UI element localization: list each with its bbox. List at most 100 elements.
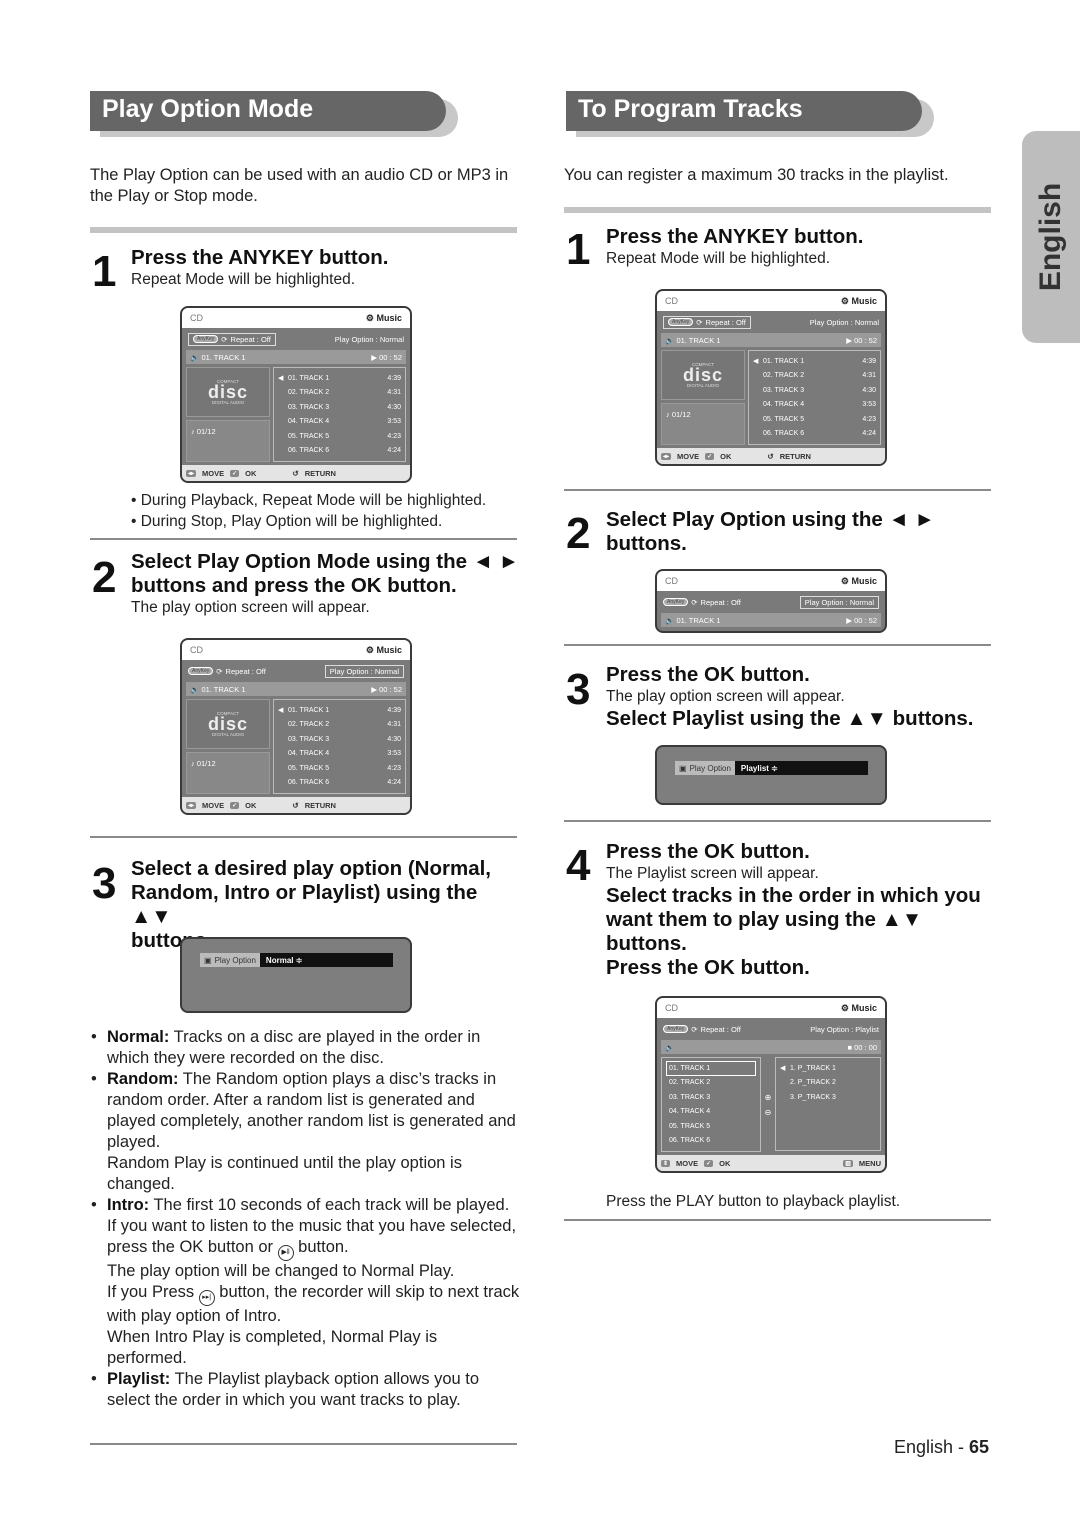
track-row[interactable]: 05. TRACK 5 4:23 — [278, 429, 401, 444]
track-row[interactable]: 04. TRACK 4 — [666, 1105, 756, 1120]
track-row[interactable]: 05. TRACK 5 4:23 — [753, 412, 876, 427]
osd-option-select-playlist: ▣ Play Option Playlist ≑ — [655, 745, 887, 805]
play-option-label: Play Option : Normal — [334, 334, 404, 344]
track-row[interactable]: ◀ 01. TRACK 1 4:39 — [278, 703, 401, 718]
step-heading: Select Play Option Mode using the ◄ ► — [131, 550, 519, 573]
play-option-highlight: Play Option : Normal — [324, 664, 404, 678]
now-track: 01. TRACK 1 — [201, 352, 246, 362]
move-icon: ◂▸ — [186, 469, 197, 477]
anykey-badge: AnyKey — [193, 335, 219, 343]
language-tab: English — [1022, 131, 1080, 343]
step-subtext: Repeat Mode will be highlighted. — [606, 250, 831, 267]
menu-icon: ▥ — [843, 1159, 853, 1167]
track-row[interactable]: ◀ 01. TRACK 1 4:39 — [278, 371, 401, 386]
step-heading: Press the OK button. — [606, 840, 810, 863]
ok-icon: ✓ — [230, 469, 240, 477]
step-subtext: The Playlist screen will appear. — [606, 865, 819, 882]
repeat-field: AnyKey ⟳ Repeat : Off — [188, 332, 276, 346]
step-heading: Press the ANYKEY button. — [131, 246, 389, 269]
add-icon[interactable]: ⊕ — [765, 1093, 772, 1102]
section-header-program-tracks: To Program Tracks — [566, 91, 934, 137]
footer-language: English - — [894, 1437, 970, 1457]
language-tab-label: English — [1034, 182, 1067, 292]
divider — [90, 538, 517, 540]
step-heading: Random, Intro or Playlist) using the ▲▼ — [131, 881, 478, 928]
playlist-list: ◀ 1. P_TRACK 1 2. P_TRACK 2 3. P_TRACK 3 — [775, 1057, 881, 1151]
right-intro: You can register a maximum 30 tracks in … — [564, 166, 949, 184]
option-value[interactable]: Playlist ≑ — [734, 761, 868, 775]
step-subtext: Repeat Mode will be highlighted. — [131, 271, 356, 288]
return-icon: ↺ — [292, 468, 299, 478]
track-row[interactable]: 06. TRACK 6 4:24 — [278, 776, 401, 791]
time-readout: 00 : 52 — [379, 352, 402, 362]
option-descriptions: Normal: Tracks on a disc are played in t… — [89, 1027, 521, 1411]
all-tracks-list: 01. TRACK 1 02. TRACK 2 03. TRACK 3 04. … — [661, 1057, 761, 1152]
track-row[interactable]: 03. TRACK 3 — [666, 1090, 756, 1105]
track-row[interactable]: 03. TRACK 3 4:30 — [278, 400, 401, 415]
step-heading: Press the ANYKEY button. — [606, 225, 864, 248]
step-number: 4 — [566, 841, 591, 890]
osd-source: CD — [190, 313, 203, 323]
footer-note: Press the PLAY button to playback playli… — [606, 1193, 901, 1210]
track-row-selected[interactable]: 01. TRACK 1 — [666, 1061, 756, 1076]
playlist-row[interactable]: 3. P_TRACK 3 — [780, 1090, 876, 1105]
divider — [564, 820, 991, 822]
track-row[interactable]: 03. TRACK 3 4:30 — [753, 383, 876, 398]
step-subtext: The play option screen will appear. — [131, 599, 370, 616]
track-row[interactable]: 05. TRACK 5 — [666, 1119, 756, 1134]
track-row[interactable]: 05. TRACK 5 4:23 — [278, 761, 401, 776]
track-row[interactable]: 04. TRACK 4 3:53 — [278, 747, 401, 762]
track-count: 01/12 — [196, 427, 216, 436]
step-heading: Select tracks in the order in which you … — [606, 884, 981, 955]
play-option-icon: ▣ — [204, 955, 212, 965]
track-row[interactable]: 06. TRACK 6 — [666, 1134, 756, 1149]
play-pause-icon: ▶‖ — [277, 1245, 294, 1261]
step-heading: Select a desired play option (Normal, — [131, 857, 491, 880]
page-number: 65 — [969, 1437, 990, 1457]
track-row[interactable]: ◀ 01. TRACK 1 4:39 — [753, 354, 876, 369]
step-number: 1 — [566, 225, 591, 274]
option-value[interactable]: Normal ≑ — [259, 953, 393, 967]
osd-screen-play-option: CD ⚙ Music AnyKey ⟳ Repeat : Off Play Optio… — [180, 638, 412, 815]
skip-icon: ▸▸| — [198, 1290, 215, 1306]
osd-option-select-normal: ▣ Play Option Normal ≑ — [180, 937, 412, 1013]
track-row[interactable]: 04. TRACK 4 3:53 — [278, 415, 401, 430]
divider — [90, 227, 517, 233]
osd-screen-play-option-strip: CD ⚙ Music AnyKey ⟳ Repeat : Off Play Optio… — [655, 569, 887, 633]
divider — [90, 836, 517, 838]
note-item: • During Playback, Repeat Mode will be h… — [131, 492, 487, 509]
track-row[interactable]: 02. TRACK 2 — [666, 1076, 756, 1091]
remove-icon[interactable]: ⊖ — [765, 1108, 772, 1117]
section-title: To Program Tracks — [566, 91, 922, 131]
step-heading: buttons and press the OK button. — [131, 574, 457, 597]
track-list: ◀ 01. TRACK 1 4:39 02. TRACK 2 4:31 03. TRA… — [273, 699, 406, 794]
compact-disc-logo: COMPACT disc DIGITAL AUDIO — [186, 367, 270, 417]
divider — [564, 1219, 991, 1221]
step-heading: Press the OK button. — [606, 956, 810, 979]
step-heading: buttons. — [606, 532, 687, 555]
playlist-row[interactable]: ◀ 1. P_TRACK 1 — [780, 1061, 876, 1076]
track-row[interactable]: 02. TRACK 2 4:31 — [278, 718, 401, 733]
osd-screen-playlist: CD ⚙ Music AnyKey ⟳ Repeat : Off Play Optio… — [655, 996, 887, 1173]
step-subtext: The play option screen will appear. — [606, 688, 845, 705]
track-row[interactable]: 02. TRACK 2 4:31 — [753, 369, 876, 384]
track-row[interactable]: 03. TRACK 3 4:30 — [278, 732, 401, 747]
osd-screen-repeat: CD ⚙ Music AnyKey ⟳ Repeat : Off Play Optio… — [180, 306, 412, 483]
step-number: 3 — [566, 665, 591, 714]
step-number: 3 — [92, 859, 117, 908]
step-number: 2 — [92, 553, 117, 602]
playlist-row[interactable]: 2. P_TRACK 2 — [780, 1076, 876, 1091]
track-row[interactable]: 02. TRACK 2 4:31 — [278, 386, 401, 401]
music-note-icon: ♪ — [191, 427, 195, 436]
track-list: ◀ 01. TRACK 1 4:39 02. TRACK 2 4:31 03. TRA… — [273, 367, 406, 462]
divider — [90, 1443, 517, 1445]
divider — [564, 644, 991, 646]
track-row[interactable]: 04. TRACK 4 3:53 — [753, 398, 876, 413]
track-row[interactable]: 06. TRACK 6 4:24 — [753, 427, 876, 442]
repeat-label: Repeat : Off — [230, 334, 271, 344]
step-heading: Select Playlist using the ▲▼ buttons. — [606, 707, 974, 730]
repeat-icon: ⟳ — [221, 334, 228, 344]
track-list: ◀ 01. TRACK 1 4:39 02. TRACK 2 4:31 03. TRA… — [748, 350, 881, 445]
section-title: Play Option Mode — [90, 91, 446, 131]
track-row[interactable]: 06. TRACK 6 4:24 — [278, 444, 401, 459]
